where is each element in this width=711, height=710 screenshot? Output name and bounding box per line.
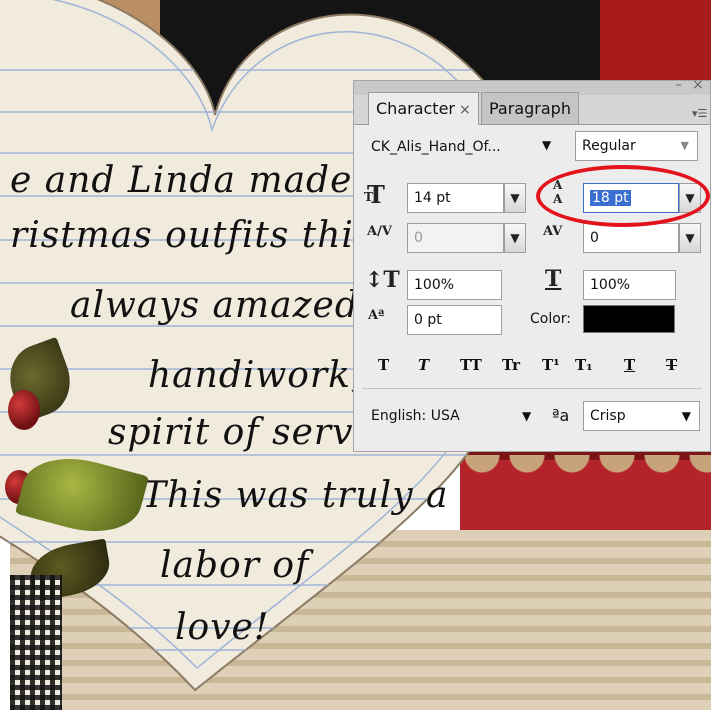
highlight-circle-annotation: [536, 165, 710, 227]
font-style-select[interactable]: Regular ▼: [575, 131, 698, 161]
language-value: English: USA: [371, 408, 460, 424]
vertical-scale-icon: ↕T: [365, 267, 400, 293]
all-caps-button[interactable]: TT: [460, 356, 482, 374]
subscript-button[interactable]: T₁: [575, 356, 593, 374]
font-family-select[interactable]: CK_Alis_Hand_Of...: [365, 133, 560, 163]
type-style-buttons: T T TT Tr T¹ T₁ T T: [354, 356, 711, 376]
kerning-value: 0: [414, 230, 423, 246]
tracking-icon: AV: [543, 224, 563, 239]
tracking-input[interactable]: 0: [583, 223, 679, 253]
language-dropdown-icon[interactable]: ▼: [522, 409, 531, 423]
close-tab-icon[interactable]: ×: [459, 102, 471, 118]
small-caps-button[interactable]: Tr: [502, 356, 520, 374]
antialias-value: Crisp: [590, 408, 626, 424]
vertical-scale-input[interactable]: 100%: [407, 270, 502, 300]
tab-character[interactable]: Character ×: [368, 92, 479, 125]
faux-bold-button[interactable]: T: [378, 356, 389, 374]
tab-character-label: Character: [376, 99, 455, 118]
tracking-dropdown[interactable]: ▼: [679, 223, 701, 253]
font-family-value: CK_Alis_Hand_Of...: [371, 139, 501, 155]
journal-line: love!: [175, 607, 270, 648]
journal-line: ristmas outfits this y: [10, 215, 408, 256]
font-size-input[interactable]: 14 pt: [407, 183, 504, 213]
character-panel: – × Character × Paragraph ▾☰ CK_Alis_Hand…: [353, 78, 711, 452]
vertical-scale-value: 100%: [414, 277, 455, 293]
kerning-input[interactable]: 0: [407, 223, 504, 253]
faux-italic-button[interactable]: T: [418, 356, 429, 374]
superscript-button[interactable]: T¹: [542, 356, 560, 374]
tab-paragraph-label: Paragraph: [489, 99, 571, 118]
kerning-dropdown[interactable]: ▼: [504, 223, 526, 253]
text-color-swatch[interactable]: [583, 305, 675, 333]
font-size-dropdown[interactable]: ▼: [504, 183, 526, 213]
horizontal-scale-input[interactable]: 100%: [583, 270, 676, 300]
baseline-shift-input[interactable]: 0 pt: [407, 305, 502, 335]
berry: [8, 390, 40, 430]
journal-line: This was truly a: [142, 475, 449, 516]
journal-line: handiwork,: [148, 355, 364, 396]
kerning-icon: A/V: [367, 224, 392, 239]
baseline-shift-value: 0 pt: [414, 312, 442, 328]
font-size-value: 14 pt: [414, 190, 451, 206]
journal-line: e and Linda made t: [10, 160, 381, 201]
horizontal-scale-icon: T: [545, 266, 562, 292]
strikethrough-button[interactable]: T: [666, 356, 677, 374]
antialias-select[interactable]: Crisp ▼: [583, 401, 700, 431]
underline-button[interactable]: T: [624, 356, 635, 374]
panel-menu-icon[interactable]: ▾☰: [692, 107, 707, 120]
horizontal-scale-value: 100%: [590, 277, 631, 293]
font-style-value: Regular: [582, 138, 636, 154]
tracking-value: 0: [590, 230, 599, 246]
journal-line: always amazed: [70, 285, 359, 326]
scrapbook-canvas: e and Linda made t ristmas outfits this …: [0, 0, 711, 710]
gingham-ribbon: [10, 575, 62, 710]
tab-paragraph[interactable]: Paragraph: [481, 92, 579, 124]
close-panel-button[interactable]: ×: [692, 78, 704, 92]
font-size-icon-small: T: [364, 190, 373, 204]
color-label: Color:: [530, 311, 572, 327]
language-select[interactable]: English: USA: [365, 402, 541, 432]
panel-divider: [362, 388, 702, 389]
baseline-shift-icon: Aª: [368, 308, 385, 323]
font-family-dropdown-icon[interactable]: ▼: [542, 138, 551, 152]
font-style-dropdown-icon: ▼: [680, 139, 689, 152]
minimize-button[interactable]: –: [675, 78, 682, 92]
antialias-dropdown-icon: ▼: [681, 409, 691, 423]
journal-line: labor of: [160, 545, 310, 586]
antialias-icon: ªa: [552, 406, 570, 425]
